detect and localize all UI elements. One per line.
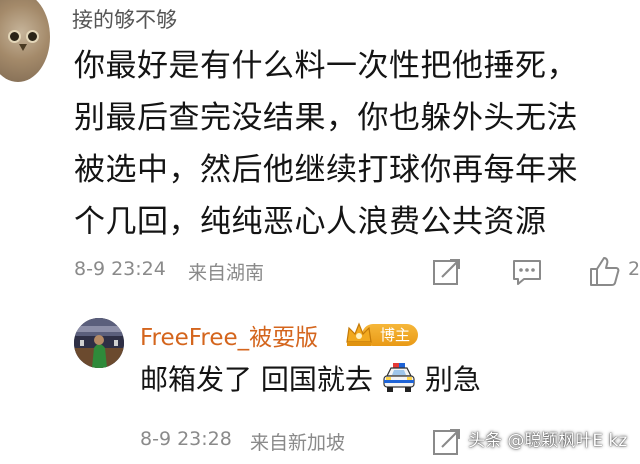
owl-eye xyxy=(26,30,39,43)
blogger-badge: 博主 xyxy=(344,320,420,348)
crown-icon xyxy=(344,320,374,348)
comment-username[interactable]: 接的够不够 xyxy=(72,4,177,34)
comment-line: 你最好是有什么料一次性把他捶死， xyxy=(74,48,578,84)
comment-timestamp: 8-9 23:28 xyxy=(140,428,232,450)
share-icon[interactable] xyxy=(431,426,463,458)
comment-location: 来自新加坡 xyxy=(250,432,346,454)
comment-timestamp: 8-9 23:24 xyxy=(74,258,166,280)
user-avatar-owl[interactable] xyxy=(0,0,50,82)
police-car-emoji xyxy=(381,362,417,394)
comment-location: 来自湖南 xyxy=(188,262,265,284)
comment-username[interactable]: FreeFree_被耍版 xyxy=(140,318,318,352)
comment-line: 别最后查完没结果，你也躲外头无法 xyxy=(74,100,578,136)
comment-line: 被选中，然后他继续打球你再每年来 xyxy=(74,152,578,188)
like-count: 2 xyxy=(628,258,640,280)
comment-icon[interactable] xyxy=(511,256,543,288)
comment-text: 邮箱发了 回国就去 别急 xyxy=(140,358,481,398)
watermark: 头条 @聪颖枫叶E kz xyxy=(468,431,628,451)
blogger-avatar[interactable] xyxy=(74,318,124,368)
owl-eye xyxy=(8,30,21,43)
comment-line: 个几回，纯纯恶心人浪费公共资源 xyxy=(74,204,547,240)
comment-text-part: 邮箱发了 回国就去 xyxy=(140,363,373,396)
share-icon[interactable] xyxy=(431,256,463,288)
comment-text-part: 别急 xyxy=(424,363,481,396)
owl-beak xyxy=(19,44,27,51)
comment-text: 你最好是有什么料一次性把他捶死， 别最后查完没结果，你也躲外头无法 被选中，然后… xyxy=(74,40,634,248)
like-icon[interactable] xyxy=(588,254,622,288)
